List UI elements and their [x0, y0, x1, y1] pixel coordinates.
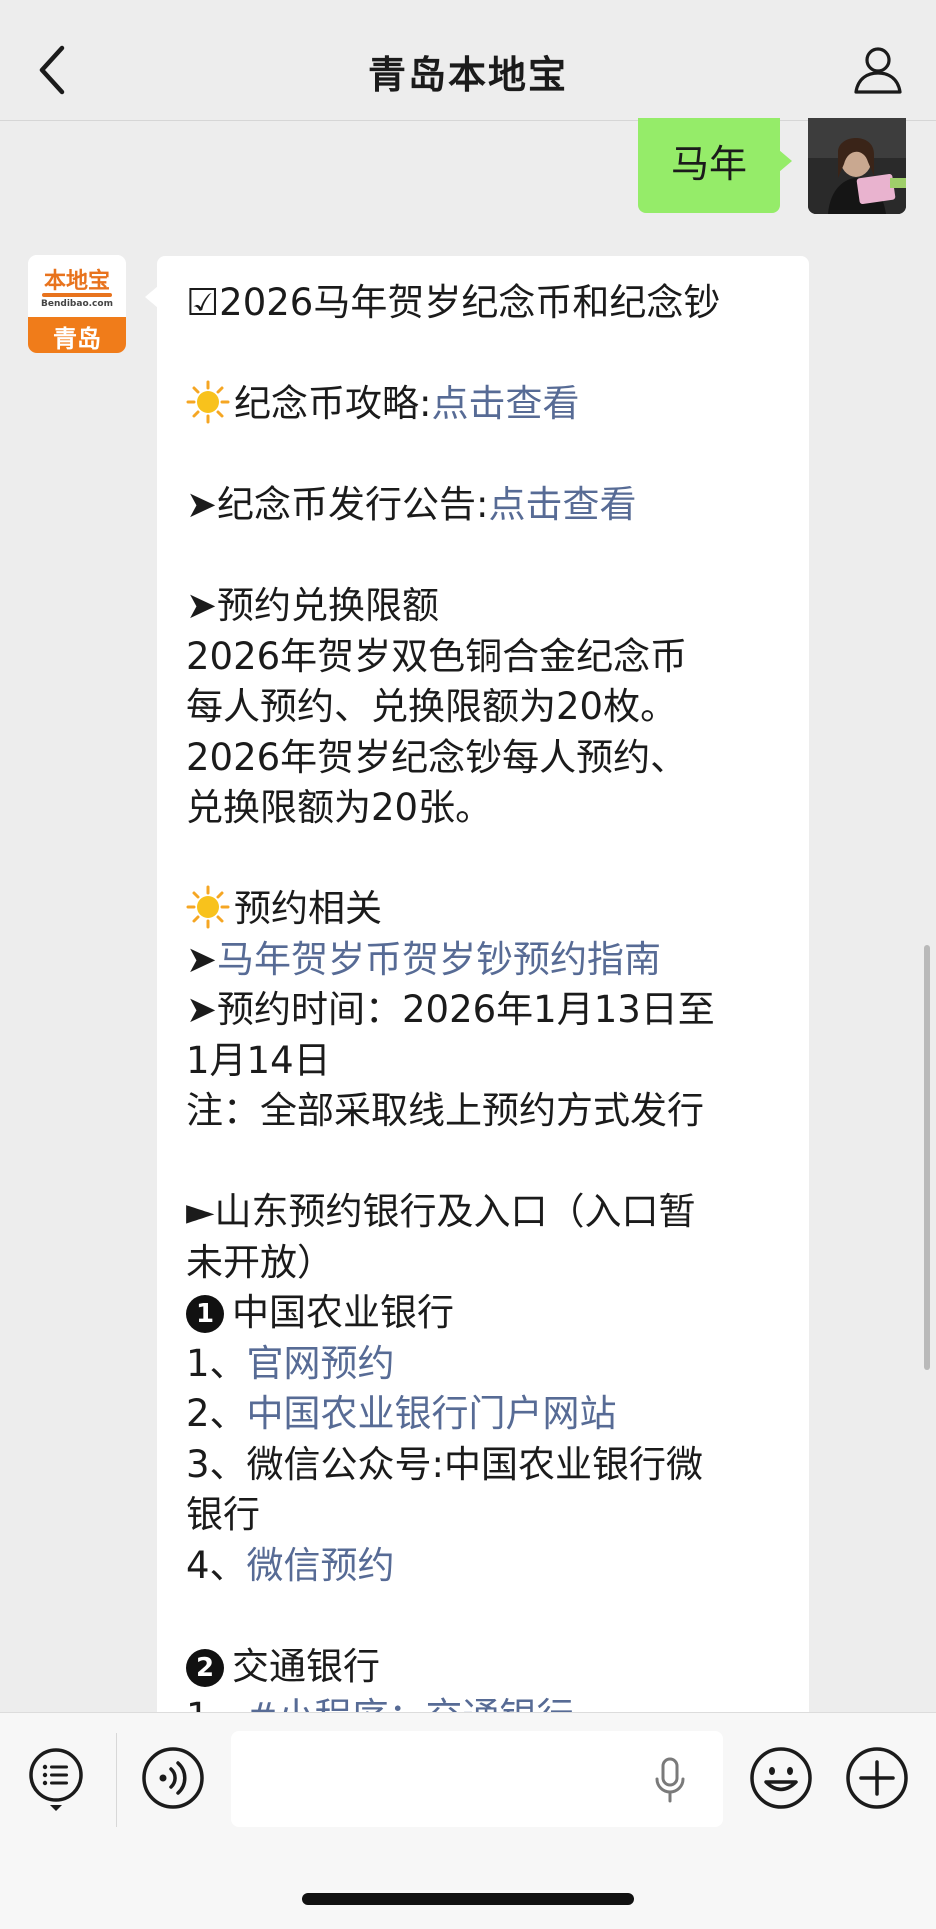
avatar-logo-bottom: 青岛: [28, 317, 126, 353]
avatar-city: 青岛: [53, 325, 101, 353]
booking-guide-link[interactable]: 马年贺岁币贺岁钞预约指南: [217, 938, 661, 981]
bot-reply-bubble[interactable]: ☑2026马年贺岁纪念币和纪念钞 纪念币攻略:点击查看 ➤纪念币发行公告:点击查…: [157, 256, 809, 1716]
sun-icon: [186, 380, 230, 424]
wechat-booking-link[interactable]: 微信预约: [247, 1544, 395, 1587]
notice-link[interactable]: 点击查看: [488, 483, 636, 526]
avatar-logo-top: 本地宝 Bendibao.com: [28, 255, 126, 317]
nav-bar: 青岛本地宝: [0, 0, 936, 121]
profile-button[interactable]: [850, 42, 906, 98]
booking-guide-line: ➤马年贺岁币贺岁钞预约指南: [186, 935, 796, 986]
voice-button[interactable]: [140, 1745, 206, 1811]
avatar-brand: 本地宝: [43, 269, 110, 294]
booking-time-line: 1月14日: [186, 1038, 331, 1082]
abc-portal-link[interactable]: 中国农业银行门户网站: [247, 1392, 617, 1435]
arrow-prefix: ➤: [186, 937, 218, 981]
my-avatar[interactable]: [808, 118, 906, 214]
limit-line: 兑换限额为20张。: [186, 786, 493, 829]
limit-heading: ➤预约兑换限额: [186, 584, 440, 627]
bank1-heading: 1 中国农业银行: [186, 1288, 796, 1339]
reply-headline: ☑2026马年贺岁纪念币和纪念钞: [186, 281, 721, 324]
guide-line: 纪念币攻略:点击查看: [186, 379, 796, 430]
my-message-bubble[interactable]: 马年: [638, 118, 792, 213]
bot-avatar[interactable]: 本地宝 Bendibao.com 青岛: [28, 255, 126, 353]
sun-icon: [186, 885, 230, 929]
guide-link[interactable]: 点击查看: [431, 382, 579, 425]
bank1-name: 中国农业银行: [232, 1291, 454, 1334]
message-input[interactable]: [231, 1731, 723, 1827]
limit-line: 2026年贺岁双色铜合金纪念币: [186, 634, 688, 678]
booking-heading-line: 预约相关: [186, 884, 796, 935]
item-prefix: 2、: [186, 1392, 247, 1435]
notice-label: ➤纪念币发行公告:: [186, 483, 489, 526]
booking-note: 注：全部采取线上预约方式发行: [186, 1089, 704, 1132]
limit-line: 2026年贺岁纪念钞每人预约、: [186, 735, 688, 779]
my-message-text: 马年: [670, 142, 747, 186]
item-prefix: 1、: [186, 1341, 247, 1385]
home-indicator[interactable]: [302, 1893, 634, 1905]
notice-line: ➤纪念币发行公告:点击查看: [186, 480, 796, 531]
banks-heading: 未开放）: [186, 1240, 334, 1284]
item-prefix: 4、: [186, 1543, 247, 1587]
smiley-icon: [750, 1747, 812, 1809]
bank1-item: 4、微信预约: [186, 1541, 796, 1592]
plus-icon: [846, 1747, 908, 1809]
avatar-site: Bendibao.com: [41, 299, 113, 309]
number-badge-2: 2: [186, 1648, 224, 1687]
person-icon: [854, 47, 902, 94]
booking-heading: 预约相关: [234, 887, 382, 930]
more-button[interactable]: [844, 1745, 910, 1811]
guide-label: 纪念币攻略:: [234, 382, 432, 425]
number-badge-1: 1: [186, 1295, 224, 1333]
toolbar-divider: [116, 1733, 117, 1827]
voice-icon: [142, 1747, 204, 1809]
bot-reply-text: ☑2026马年贺岁纪念币和纪念钞 纪念币攻略:点击查看 ➤纪念币发行公告:点击查…: [186, 278, 796, 1716]
bank2-heading: 2 交通银行: [186, 1642, 796, 1693]
input-toolbar: [0, 1712, 936, 1929]
bank1-item: 1、官网预约: [186, 1339, 796, 1390]
microphone-icon[interactable]: [653, 1757, 687, 1803]
avatar-photo: [808, 118, 906, 214]
bank1-item: 银行: [186, 1493, 260, 1536]
bank1-item: 3、微信公众号:中国农业银行微: [186, 1442, 704, 1486]
limit-line: 每人预约、兑换限额为20枚。: [186, 685, 678, 728]
banks-heading: ►山东预约银行及入口（入口暂: [186, 1190, 696, 1233]
booking-time-line: ➤预约时间：2026年1月13日至: [186, 988, 715, 1031]
chat-title: 青岛本地宝: [367, 53, 568, 97]
bank1-item: 2、中国农业银行门户网站: [186, 1389, 796, 1440]
bank2-name: 交通银行: [232, 1644, 380, 1688]
menu-button[interactable]: [26, 1747, 92, 1813]
official-site-booking-link[interactable]: 官网预约: [247, 1342, 395, 1385]
menu-list-icon: [29, 1748, 83, 1811]
avatar-underline: [42, 293, 112, 297]
emoji-button[interactable]: [748, 1745, 814, 1811]
scrollbar[interactable]: [924, 945, 930, 1370]
